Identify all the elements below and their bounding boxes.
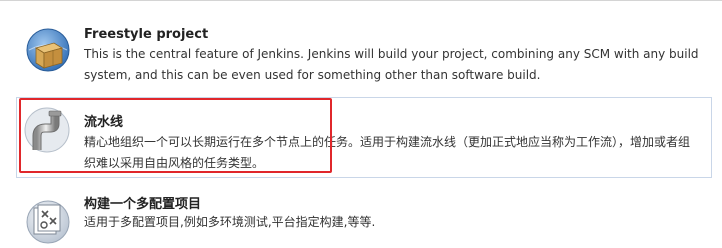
multi-config-description: 适用于多配置项目,例如多环境测试,平台指定构建,等等. bbox=[84, 215, 376, 229]
multi-config-icon bbox=[24, 196, 72, 244]
pipeline-title: 流水线 bbox=[84, 115, 124, 130]
multi-config-title: 构建一个多配置项目 bbox=[84, 197, 202, 212]
freestyle-box-icon bbox=[24, 26, 72, 74]
pipeline-icon bbox=[23, 106, 71, 154]
job-type-freestyle[interactable]: Freestyle project This is the central fe… bbox=[16, 12, 712, 92]
pipeline-description: 精心地组织一个可以长期运行在多个节点上的任务。适用于构建流水线（更加正式地应当称… bbox=[84, 135, 691, 170]
job-type-pipeline[interactable]: 流水线 精心地组织一个可以长期运行在多个节点上的任务。适用于构建流水线（更加正式… bbox=[16, 97, 712, 178]
job-type-multi-config[interactable]: 构建一个多配置项目 适用于多配置项目,例如多环境测试,平台指定构建,等等. bbox=[16, 184, 712, 244]
freestyle-description: This is the central feature of Jenkins. … bbox=[84, 47, 699, 82]
freestyle-title: Freestyle project bbox=[84, 27, 209, 42]
top-border bbox=[0, 0, 722, 1]
